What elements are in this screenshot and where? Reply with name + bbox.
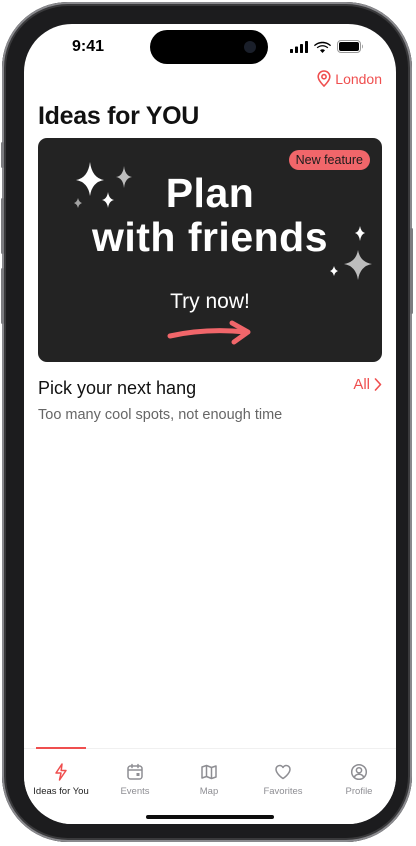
wifi-icon [314, 41, 331, 53]
location-selector[interactable]: London [317, 70, 382, 87]
banner-headline: Plan with friends [38, 171, 382, 259]
banner-headline-line2: with friends [91, 214, 329, 260]
bolt-icon [55, 763, 67, 781]
location-pin-icon [317, 70, 331, 87]
volume-down-button [1, 268, 4, 324]
tab-events[interactable]: Events [98, 749, 172, 805]
location-label: London [335, 70, 382, 87]
section-title: Pick your next hang [38, 378, 197, 398]
see-all-label: All [353, 376, 370, 393]
tab-label: Profile [345, 786, 373, 797]
tab-label: Favorites [263, 786, 303, 797]
tab-map[interactable]: Map [172, 749, 246, 805]
side-button [410, 228, 413, 314]
front-camera [244, 41, 256, 53]
tab-bar: Ideas for You Events Map Favorites Profi… [24, 747, 396, 824]
map-icon [201, 764, 217, 780]
plan-with-friends-banner[interactable]: New feature Plan with friends Try now! [38, 138, 382, 362]
calendar-icon [127, 763, 143, 780]
tab-label: Events [120, 786, 150, 797]
status-bar: 9:41 [24, 24, 396, 74]
status-icons [290, 40, 364, 53]
heart-icon [275, 764, 291, 780]
tab-favorites[interactable]: Favorites [246, 749, 320, 805]
see-all-link[interactable]: All [353, 376, 382, 393]
chevron-right-icon [374, 378, 382, 391]
status-time: 9:41 [72, 38, 105, 55]
tab-label: Ideas for You [33, 786, 89, 797]
dynamic-island [150, 30, 268, 64]
page-title: Ideas for YOU [38, 102, 199, 130]
try-now-link[interactable]: Try now! [38, 290, 382, 314]
home-indicator [146, 815, 274, 819]
mute-switch [1, 142, 4, 168]
screen: 9:41 London Ideas for YOU New feature Pl… [24, 24, 396, 824]
tab-profile[interactable]: Profile [322, 749, 396, 805]
tab-label: Map [199, 786, 219, 797]
active-tab-indicator [36, 747, 86, 749]
tab-ideas-for-you[interactable]: Ideas for You [24, 747, 98, 805]
volume-up-button [1, 198, 4, 254]
cellular-signal-icon [290, 40, 308, 53]
banner-headline-line1: Plan [165, 170, 255, 216]
battery-icon [337, 40, 363, 53]
person-icon [350, 763, 368, 781]
phone-frame: 9:41 London Ideas for YOU New feature Pl… [1, 2, 413, 842]
arrow-right-icon [167, 320, 251, 345]
section-subtitle: Too many cool spots, not enough time [38, 407, 283, 423]
new-feature-badge: New feature [288, 150, 370, 170]
